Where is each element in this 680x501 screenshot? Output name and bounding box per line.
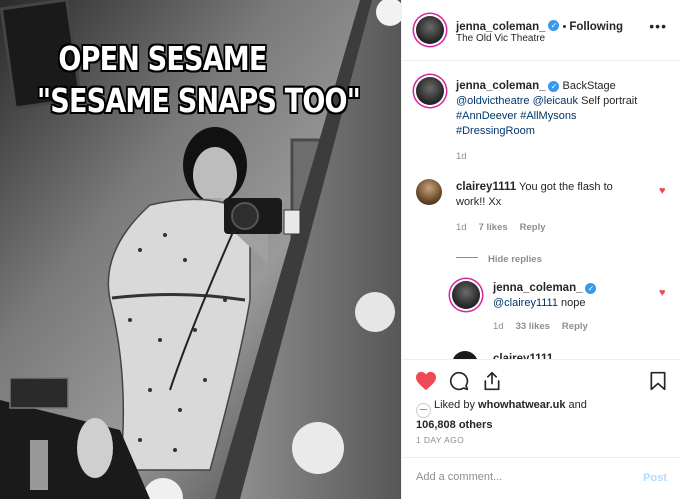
meme-caption-line-2: "SESAME SNAPS TOO" <box>37 81 361 120</box>
post-photo[interactable]: OPEN SESAME "SESAME SNAPS TOO" <box>0 0 401 499</box>
comment-meta: 1d 7 likes Reply <box>456 222 546 233</box>
caption-body-2: Self portrait <box>581 95 638 107</box>
post-comment-button[interactable]: Post <box>643 472 667 484</box>
reply-username[interactable]: jenna_coleman_ <box>493 282 582 294</box>
hide-replies-line <box>456 257 478 259</box>
comment-username[interactable]: clairey1111 <box>456 181 516 193</box>
meme-caption-line-1: OPEN SESAME <box>58 39 267 78</box>
liker-avatar[interactable]: — <box>416 403 431 418</box>
hide-replies-button[interactable]: Hide replies <box>488 254 542 265</box>
share-icon[interactable] <box>482 371 502 391</box>
post-date[interactable]: 1 DAY AGO <box>416 435 464 445</box>
caption-username[interactable]: jenna_coleman_ <box>456 80 545 92</box>
caption-avatar[interactable] <box>416 77 444 105</box>
reply-likes[interactable]: 33 likes <box>516 321 550 332</box>
caption-body: BackStage <box>562 80 616 92</box>
likes-prefix: Liked by <box>434 399 475 411</box>
caption-hashtags-2[interactable]: #DressingRoom <box>456 125 535 137</box>
comment-body-2: work!! Xx <box>456 196 502 208</box>
comment-likes[interactable]: 7 likes <box>479 222 508 233</box>
reply-meta: 1d 33 likes Reply <box>493 321 588 332</box>
verified-badge-icon: ✓ <box>585 282 597 294</box>
comment-reply-button[interactable]: Reply <box>520 222 546 233</box>
reply-time: 1d <box>493 321 504 332</box>
likes-and: and <box>568 399 587 411</box>
verified-badge-icon: ✓ <box>548 80 560 92</box>
post-header: jenna_coleman_ ✓ • Following The Old Vic Th… <box>402 0 680 61</box>
heart-icon[interactable] <box>415 371 437 391</box>
following-button[interactable]: Following <box>569 21 623 33</box>
comment-like-heart-icon[interactable]: ♥ <box>659 185 666 197</box>
reply-like-heart-icon[interactable]: ♥ <box>659 287 666 299</box>
caption-time: 1d <box>456 151 467 162</box>
reply-avatar[interactable] <box>452 281 480 309</box>
reply-reply-button[interactable]: Reply <box>562 321 588 332</box>
post-side-panel: jenna_coleman_ ✓ • Following The Old Vic Th… <box>401 0 680 499</box>
hide-replies-row[interactable]: Hide replies <box>456 249 542 267</box>
location-link[interactable]: The Old Vic Theatre <box>456 33 545 44</box>
likes-summary: — Liked by whowhatwear.uk and 106,808 oth… <box>416 398 587 433</box>
ellipsis-icon[interactable]: ••• <box>649 18 667 34</box>
caption-hashtags[interactable]: #AnnDeever #AllMysons <box>456 110 576 122</box>
reply-body: nope <box>561 297 586 309</box>
likes-count[interactable]: 106,808 others <box>416 419 492 431</box>
comment-avatar[interactable] <box>416 179 442 205</box>
caption-mentions[interactable]: @oldvictheatre @leicauk <box>456 95 578 107</box>
liker-username[interactable]: whowhatwear.uk <box>478 399 565 411</box>
separator-dot: • <box>562 21 567 33</box>
caption-text: jenna_coleman_ ✓ BackStage @oldvictheatre… <box>456 79 666 139</box>
partial-comment-avatar[interactable] <box>452 351 478 359</box>
comment-time: 1d <box>456 222 467 233</box>
bookmark-icon[interactable] <box>649 371 667 391</box>
comment-icon[interactable] <box>449 371 469 391</box>
avatar[interactable] <box>416 16 444 44</box>
comment-body: You got the flash to <box>519 181 613 193</box>
comment-text: clairey1111 You got the flash to work!! … <box>456 180 656 210</box>
comments-list[interactable]: jenna_coleman_ ✓ BackStage @oldvictheatre… <box>402 61 680 359</box>
add-comment-bar: Post <box>402 457 680 501</box>
header-username[interactable]: jenna_coleman_ <box>456 21 545 33</box>
verified-badge-icon: ✓ <box>548 20 560 32</box>
add-comment-input[interactable] <box>414 470 628 484</box>
post-actions: — Liked by whowhatwear.uk and 106,808 oth… <box>402 359 680 500</box>
reply-text: jenna_coleman_ ✓ @clairey1111 nope <box>493 281 663 311</box>
reply-mention[interactable]: @clairey1111 <box>493 297 558 309</box>
